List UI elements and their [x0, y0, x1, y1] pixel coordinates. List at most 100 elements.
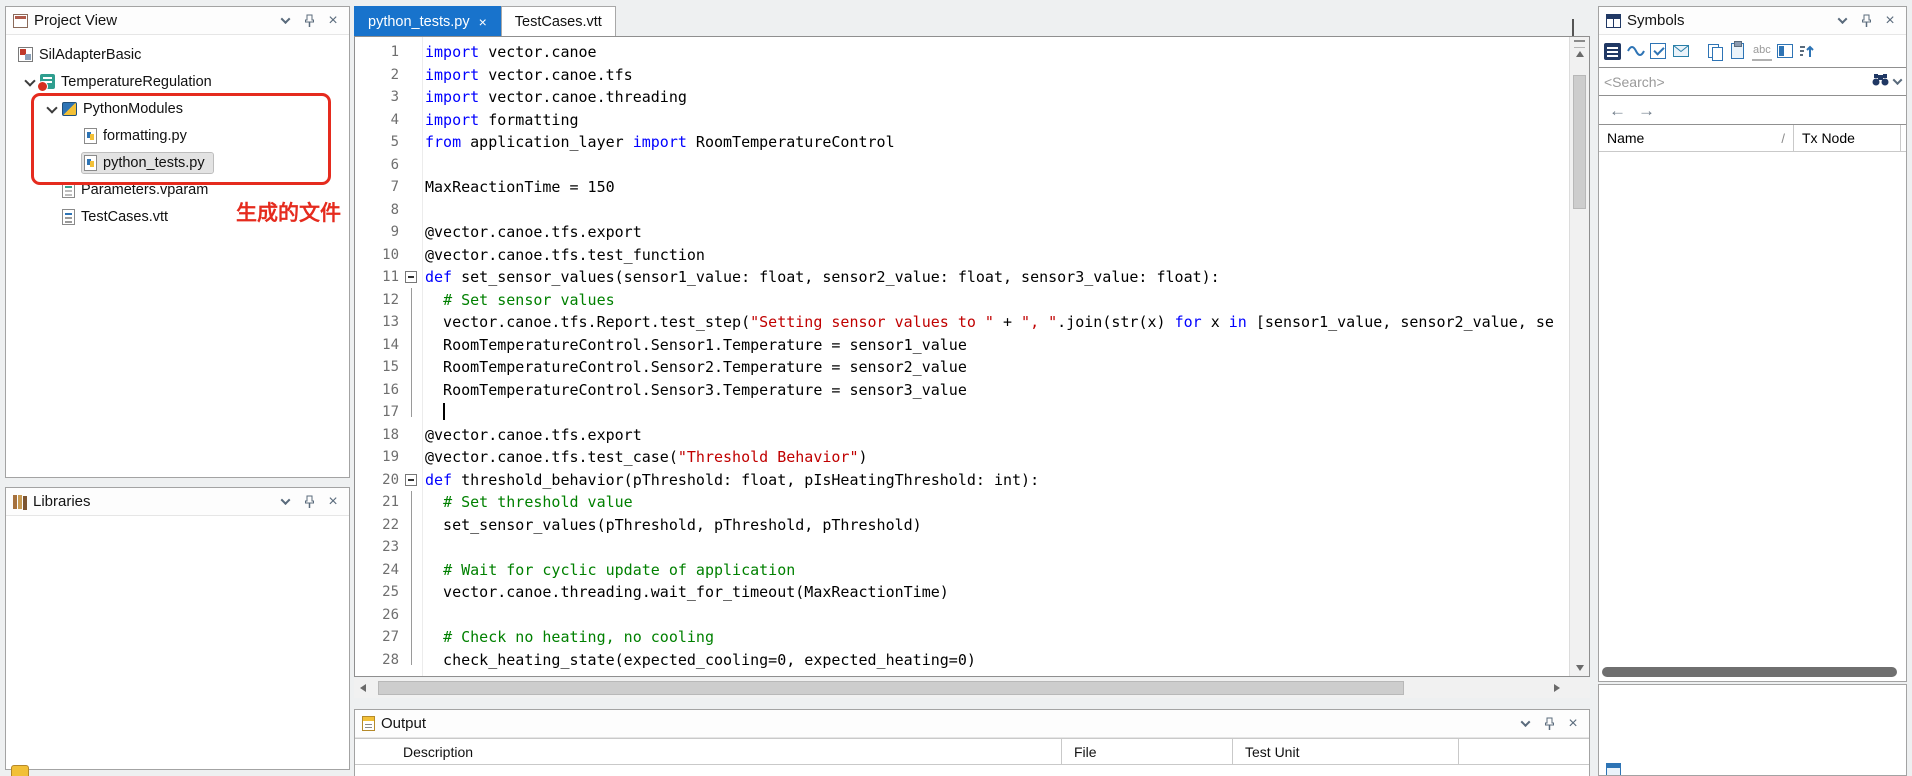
- fold-collapse-icon[interactable]: [405, 271, 417, 283]
- horizontal-scroll-thumb[interactable]: [378, 681, 1404, 695]
- code-line[interactable]: 5 from application_layer import RoomTempe…: [355, 131, 1568, 154]
- vertical-scroll-thumb[interactable]: [1573, 75, 1586, 209]
- code-line[interactable]: 11 def set_sensor_values(sensor1_value: f…: [355, 266, 1568, 289]
- code-line[interactable]: 4 import formatting: [355, 109, 1568, 132]
- tree-item-pythonmodules[interactable]: PythonModules: [6, 95, 349, 122]
- horizontal-scrollbar[interactable]: [354, 678, 1590, 698]
- message-icon[interactable]: [1671, 42, 1690, 61]
- tree-expander-icon[interactable]: [44, 101, 60, 117]
- close-icon[interactable]: ×: [1564, 715, 1582, 733]
- scroll-up-icon[interactable]: [1575, 51, 1584, 57]
- code-line[interactable]: 10 @vector.canoe.tfs.test_function: [355, 244, 1568, 267]
- editor-tab-testcases-vtt[interactable]: TestCases.vtt: [500, 6, 616, 36]
- code-line[interactable]: 3 import vector.canoe.threading: [355, 86, 1568, 109]
- code-line[interactable]: 25 vector.canoe.threading.wait_for_timeo…: [355, 581, 1568, 604]
- code-line[interactable]: 1 import vector.canoe: [355, 41, 1568, 64]
- code-line[interactable]: 7 MaxReactionTime = 150: [355, 176, 1568, 199]
- code-line[interactable]: 22 set_sensor_values(pThreshold, pThresh…: [355, 514, 1568, 537]
- tree-item-python-tests-py[interactable]: python_tests.py: [6, 149, 349, 176]
- code-line[interactable]: 28 check_heating_state(expected_cooling=…: [355, 649, 1568, 672]
- dropdown-chevron-icon[interactable]: [276, 493, 294, 511]
- abc-filter-icon[interactable]: abc: [1752, 42, 1772, 61]
- pin-icon[interactable]: [300, 12, 318, 30]
- code-line[interactable]: 23: [355, 536, 1568, 559]
- code-line[interactable]: 16 RoomTemperatureControl.Sensor3.Temper…: [355, 379, 1568, 402]
- search-options-chevron-icon[interactable]: [1892, 75, 1903, 86]
- pin-icon[interactable]: [300, 493, 318, 511]
- fold-margin: [399, 199, 425, 222]
- tree-item-formatting-py[interactable]: formatting.py: [6, 122, 349, 149]
- code-line[interactable]: 27 # Check no heating, no cooling: [355, 626, 1568, 649]
- close-icon[interactable]: ×: [324, 12, 342, 30]
- code-text: def threshold_behavior(pThreshold: float…: [425, 470, 1040, 489]
- column-label: Name: [1607, 130, 1645, 146]
- dropdown-chevron-icon[interactable]: [276, 12, 294, 30]
- scroll-left-icon[interactable]: [354, 684, 372, 692]
- fold-margin: [399, 469, 425, 492]
- output-column-description[interactable]: Description: [355, 739, 1062, 764]
- checked-signal-icon[interactable]: [1650, 43, 1666, 59]
- code-line[interactable]: 8: [355, 199, 1568, 222]
- close-icon[interactable]: ×: [324, 493, 342, 511]
- output-column-file[interactable]: File: [1062, 739, 1233, 764]
- code-area[interactable]: 1 import vector.canoe 2 import vector.canoe…: [355, 37, 1568, 676]
- code-line[interactable]: 15 RoomTemperatureControl.Sensor2.Temper…: [355, 356, 1568, 379]
- fold-collapse-icon[interactable]: [405, 473, 417, 486]
- symbols-column-tx-node[interactable]: Tx Node: [1794, 125, 1901, 151]
- code-line[interactable]: 24 # Wait for cyclic update of applicati…: [355, 559, 1568, 582]
- scroll-right-icon[interactable]: [1548, 684, 1566, 692]
- fold-margin: [399, 649, 425, 672]
- sine-wave-icon[interactable]: [1626, 42, 1645, 61]
- tree-expander-icon[interactable]: [22, 74, 38, 90]
- code-line[interactable]: 21 # Set threshold value: [355, 491, 1568, 514]
- symbols-horizontal-scrollbar[interactable]: [1599, 664, 1906, 681]
- sort-icon[interactable]: [1798, 42, 1817, 61]
- detail-grid-icon[interactable]: [1606, 763, 1621, 775]
- panel-layout-icon[interactable]: [1776, 44, 1793, 58]
- editor-tab-python-tests-py[interactable]: python_tests.py ×: [354, 6, 501, 36]
- line-number: 14: [382, 336, 399, 353]
- tab-close-icon[interactable]: ×: [479, 15, 487, 29]
- output-column-test-unit[interactable]: Test Unit: [1233, 739, 1459, 764]
- code-line[interactable]: 18 @vector.canoe.tfs.export: [355, 424, 1568, 447]
- code-line[interactable]: 17: [355, 401, 1568, 424]
- vertical-scrollbar[interactable]: [1569, 37, 1589, 676]
- previous-arrow-icon[interactable]: ←: [1609, 102, 1626, 119]
- pin-icon[interactable]: [1540, 715, 1558, 733]
- collapsed-panel-icon[interactable]: [11, 765, 29, 776]
- fold-margin: [399, 424, 425, 447]
- paste-icon[interactable]: [1728, 41, 1747, 61]
- code-line[interactable]: 14 RoomTemperatureControl.Sensor1.Temper…: [355, 334, 1568, 357]
- code-line[interactable]: 9 @vector.canoe.tfs.export: [355, 221, 1568, 244]
- splitter-handle[interactable]: [1574, 40, 1585, 48]
- binoculars-icon[interactable]: [1872, 73, 1889, 91]
- code-line[interactable]: 19 @vector.canoe.tfs.test_case("Threshold…: [355, 446, 1568, 469]
- symbols-search-input[interactable]: [1604, 73, 1867, 90]
- code-line[interactable]: 26: [355, 604, 1568, 627]
- tree-item-temperatureregulation[interactable]: TemperatureRegulation: [6, 68, 349, 95]
- code-line[interactable]: 20 def threshold_behavior(pThreshold: flo…: [355, 469, 1568, 492]
- code-line[interactable]: 6: [355, 154, 1568, 177]
- code-line[interactable]: 12 # Set sensor values: [355, 289, 1568, 312]
- tab-label: TestCases.vtt: [514, 13, 602, 30]
- close-icon[interactable]: ×: [1881, 12, 1899, 30]
- dropdown-chevron-icon[interactable]: [1833, 12, 1851, 30]
- code-text: @vector.canoe.tfs.test_case("Threshold B…: [425, 448, 868, 466]
- code-line[interactable]: 2 import vector.canoe.tfs: [355, 64, 1568, 87]
- testunit-icon: [37, 74, 55, 92]
- code-editor[interactable]: 1 import vector.canoe 2 import vector.canoe…: [354, 36, 1590, 677]
- dropdown-chevron-icon[interactable]: [1516, 715, 1534, 733]
- code-text: set_sensor_values(pThreshold, pThreshold…: [425, 515, 922, 534]
- symbols-scroll-thumb[interactable]: [1602, 667, 1897, 677]
- pin-icon[interactable]: [1857, 12, 1875, 30]
- tree-item-siladapterbasic[interactable]: SilAdapterBasic: [6, 41, 349, 68]
- next-arrow-icon[interactable]: →: [1638, 102, 1655, 119]
- copy-icon[interactable]: [1706, 43, 1723, 61]
- code-line[interactable]: 13 vector.canoe.tfs.Report.test_step("Se…: [355, 311, 1568, 334]
- fold-margin: [399, 356, 425, 379]
- fold-margin: [399, 86, 425, 109]
- fold-margin: [399, 581, 425, 604]
- signal-list-icon[interactable]: [1604, 42, 1621, 60]
- symbols-column-name[interactable]: Name /: [1599, 125, 1794, 151]
- scroll-down-icon[interactable]: [1570, 662, 1589, 674]
